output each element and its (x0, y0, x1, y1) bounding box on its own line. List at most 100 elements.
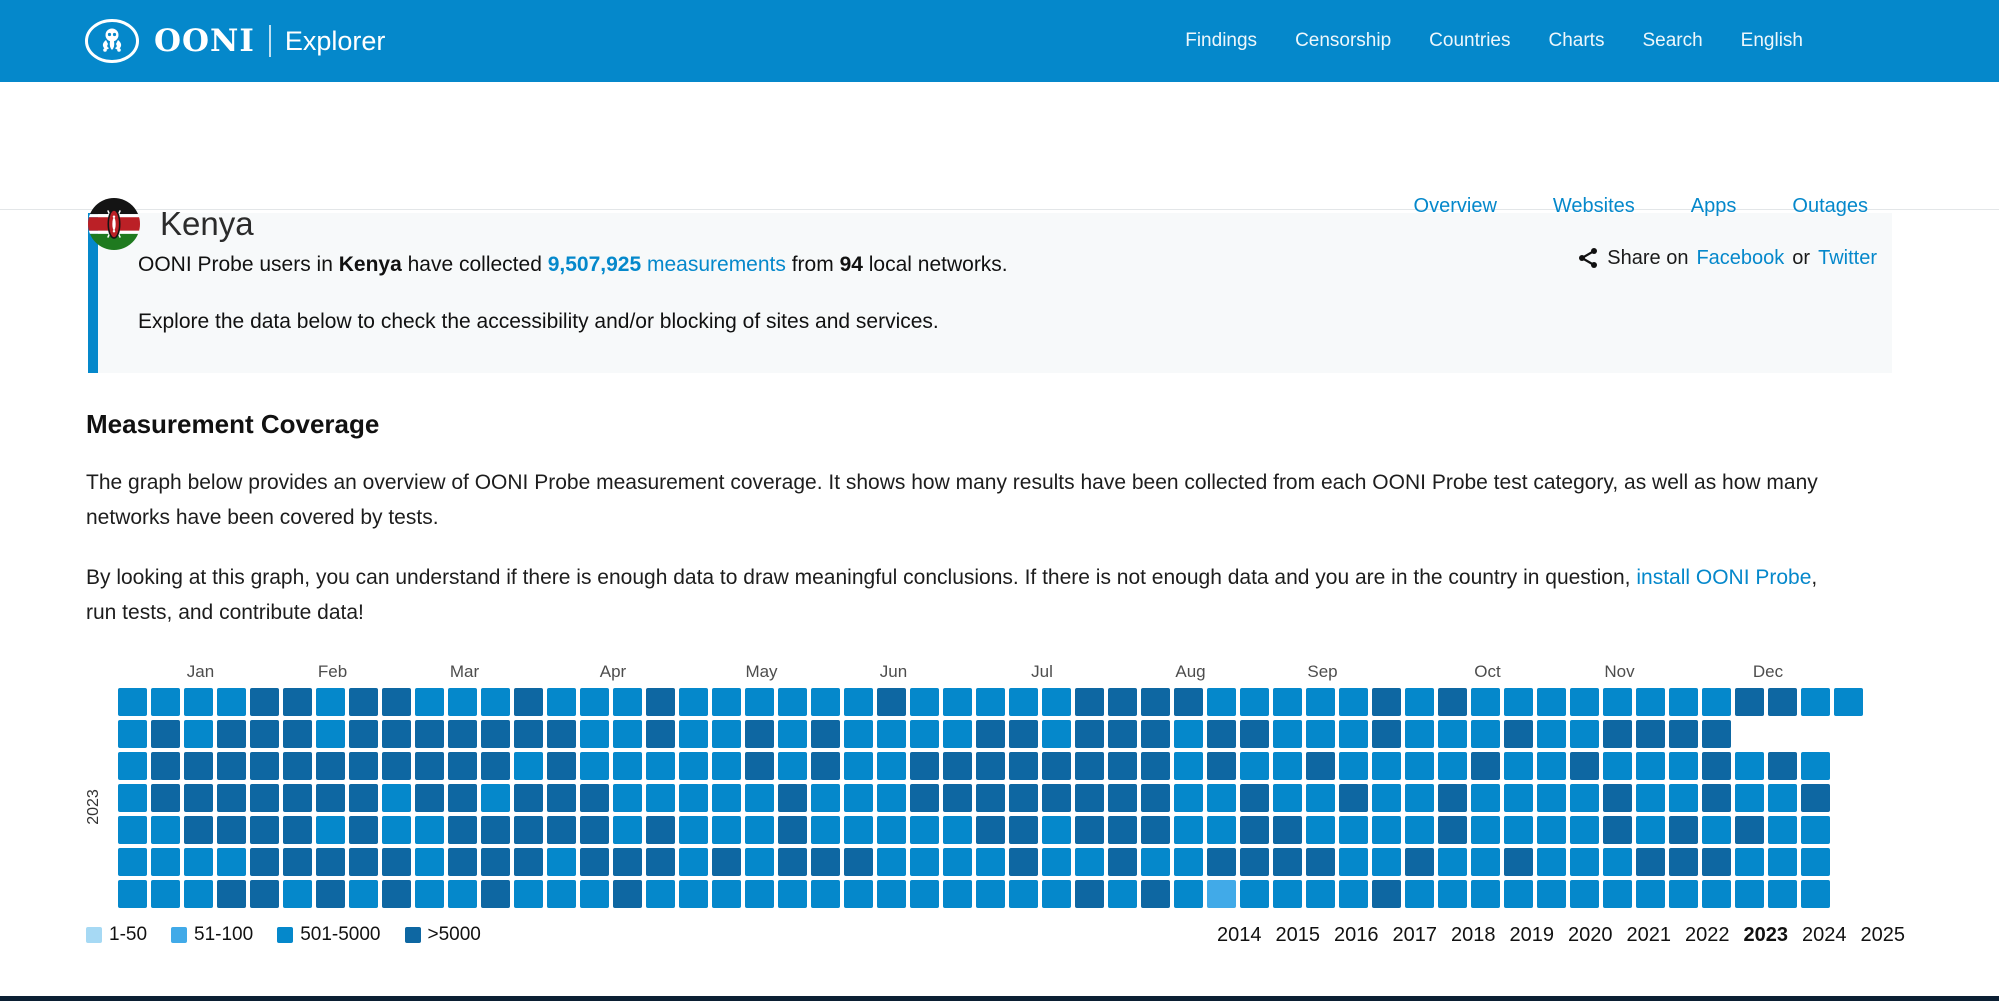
heatmap-cell[interactable] (1669, 848, 1698, 876)
heatmap-cell[interactable] (1603, 880, 1632, 908)
heatmap-cell[interactable] (976, 784, 1005, 812)
heatmap-cell[interactable] (151, 752, 180, 780)
heatmap-cell[interactable] (349, 880, 378, 908)
heatmap-cell[interactable] (1108, 688, 1137, 716)
heatmap-cell[interactable] (349, 848, 378, 876)
nav-link-countries[interactable]: Countries (1429, 30, 1510, 52)
heatmap-cell[interactable] (745, 688, 774, 716)
heatmap-cell[interactable] (283, 848, 312, 876)
heatmap-cell[interactable] (1240, 816, 1269, 844)
nav-link-charts[interactable]: Charts (1549, 30, 1605, 52)
heatmap-cell[interactable] (646, 752, 675, 780)
heatmap-cell[interactable] (1504, 880, 1533, 908)
heatmap-cell[interactable] (745, 816, 774, 844)
heatmap-cell[interactable] (1504, 784, 1533, 812)
heatmap-cell[interactable] (184, 688, 213, 716)
heatmap-cell[interactable] (382, 848, 411, 876)
heatmap-cell[interactable] (811, 848, 840, 876)
heatmap-cell[interactable] (349, 816, 378, 844)
heatmap-cell[interactable] (118, 880, 147, 908)
heatmap-cell[interactable] (1372, 720, 1401, 748)
heatmap-cell[interactable] (646, 816, 675, 844)
heatmap-cell[interactable] (1537, 688, 1566, 716)
heatmap-cell[interactable] (745, 720, 774, 748)
nav-link-search[interactable]: Search (1642, 30, 1702, 52)
heatmap-cell[interactable] (547, 688, 576, 716)
heatmap-cell[interactable] (514, 752, 543, 780)
heatmap-cell[interactable] (1174, 784, 1203, 812)
heatmap-cell[interactable] (613, 880, 642, 908)
heatmap-cell[interactable] (382, 816, 411, 844)
heatmap-cell[interactable] (877, 688, 906, 716)
heatmap-cell[interactable] (151, 784, 180, 812)
heatmap-cell[interactable] (646, 720, 675, 748)
year-option-2016[interactable]: 2016 (1334, 924, 1379, 947)
heatmap-cell[interactable] (1471, 720, 1500, 748)
heatmap-cell[interactable] (1009, 688, 1038, 716)
heatmap-cell[interactable] (1306, 848, 1335, 876)
heatmap-cell[interactable] (1042, 752, 1071, 780)
heatmap-cell[interactable] (1438, 784, 1467, 812)
heatmap-cell[interactable] (1372, 816, 1401, 844)
heatmap-cell[interactable] (1306, 688, 1335, 716)
heatmap-cell[interactable] (184, 720, 213, 748)
year-option-2014[interactable]: 2014 (1217, 924, 1262, 947)
heatmap-cell[interactable] (1438, 688, 1467, 716)
tab-overview[interactable]: Overview (1414, 195, 1497, 218)
heatmap-cell[interactable] (1108, 848, 1137, 876)
heatmap-cell[interactable] (1471, 688, 1500, 716)
heatmap-cell[interactable] (646, 688, 675, 716)
heatmap-cell[interactable] (679, 784, 708, 812)
heatmap-cell[interactable] (1009, 752, 1038, 780)
heatmap-cell[interactable] (118, 848, 147, 876)
year-option-2015[interactable]: 2015 (1276, 924, 1321, 947)
heatmap-cell[interactable] (481, 816, 510, 844)
heatmap-cell[interactable] (1273, 752, 1302, 780)
heatmap-cell[interactable] (1735, 848, 1764, 876)
heatmap-cell[interactable] (316, 784, 345, 812)
heatmap-cell[interactable] (679, 848, 708, 876)
heatmap-cell[interactable] (250, 752, 279, 780)
heatmap-cell[interactable] (349, 720, 378, 748)
heatmap-cell[interactable] (877, 816, 906, 844)
heatmap-cell[interactable] (415, 752, 444, 780)
heatmap-cell[interactable] (877, 848, 906, 876)
heatmap-cell[interactable] (1405, 880, 1434, 908)
heatmap-cell[interactable] (118, 816, 147, 844)
heatmap-cell[interactable] (1537, 880, 1566, 908)
heatmap-cell[interactable] (1372, 688, 1401, 716)
heatmap-cell[interactable] (1669, 784, 1698, 812)
heatmap-cell[interactable] (1339, 688, 1368, 716)
heatmap-cell[interactable] (250, 848, 279, 876)
heatmap-cell[interactable] (745, 784, 774, 812)
heatmap-cell[interactable] (1141, 688, 1170, 716)
year-option-2020[interactable]: 2020 (1568, 924, 1613, 947)
heatmap-cell[interactable] (1735, 784, 1764, 812)
heatmap-cell[interactable] (976, 688, 1005, 716)
heatmap-cell[interactable] (1174, 816, 1203, 844)
heatmap-cell[interactable] (1570, 688, 1599, 716)
heatmap-cell[interactable] (283, 816, 312, 844)
heatmap-cell[interactable] (811, 784, 840, 812)
heatmap-cell[interactable] (844, 688, 873, 716)
heatmap-cell[interactable] (910, 752, 939, 780)
heatmap-cell[interactable] (1669, 880, 1698, 908)
heatmap-cell[interactable] (514, 880, 543, 908)
heatmap-cell[interactable] (1570, 784, 1599, 812)
heatmap-cell[interactable] (1075, 848, 1104, 876)
year-option-2022[interactable]: 2022 (1685, 924, 1730, 947)
heatmap-cell[interactable] (910, 688, 939, 716)
heatmap-cell[interactable] (778, 752, 807, 780)
heatmap-cell[interactable] (1636, 816, 1665, 844)
heatmap-cell[interactable] (1240, 784, 1269, 812)
heatmap-cell[interactable] (1768, 752, 1797, 780)
heatmap-cell[interactable] (844, 848, 873, 876)
heatmap-cell[interactable] (943, 880, 972, 908)
tab-apps[interactable]: Apps (1691, 195, 1737, 218)
heatmap-cell[interactable] (1702, 784, 1731, 812)
heatmap-cell[interactable] (316, 880, 345, 908)
heatmap-cell[interactable] (976, 752, 1005, 780)
heatmap-cell[interactable] (811, 720, 840, 748)
heatmap-cell[interactable] (1570, 816, 1599, 844)
heatmap-cell[interactable] (1702, 848, 1731, 876)
